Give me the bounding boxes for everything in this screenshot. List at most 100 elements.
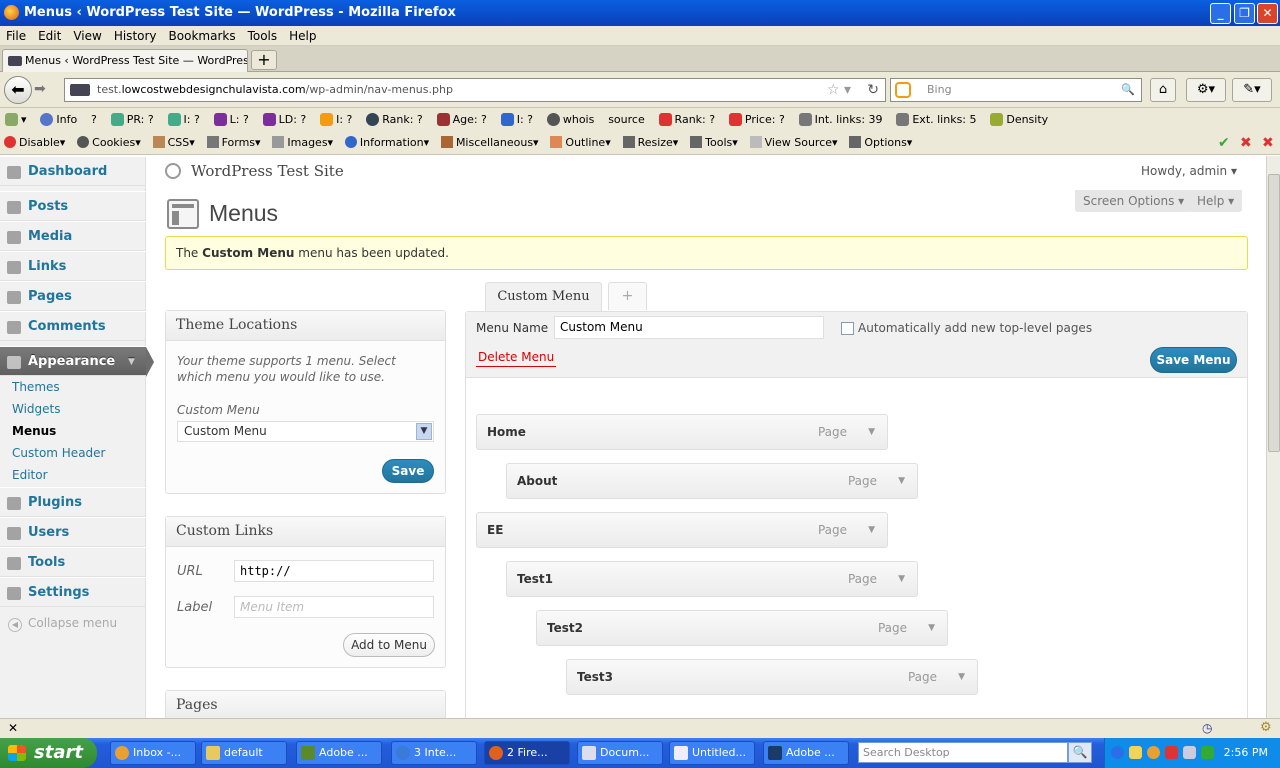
task-photoshop[interactable]: Adobe ... [763, 741, 849, 765]
seo-pagerank[interactable]: PR: ? [106, 108, 159, 132]
save-locations-button[interactable]: Save [382, 459, 434, 483]
url-bar[interactable]: test.lowcostwebdesignchulavista.com/wp-a… [64, 78, 886, 102]
seo-age[interactable]: Age: ? [432, 108, 492, 132]
reload-icon[interactable]: ↻ [867, 79, 879, 101]
task-document[interactable]: Docum... [577, 741, 663, 765]
chevron-down-icon[interactable]: ▼ [928, 611, 935, 645]
wd-forms[interactable]: Forms▾ [203, 132, 265, 154]
menu-item-test3[interactable]: Test3 Page ▼ [566, 659, 978, 695]
wd-outline[interactable]: Outline▾ [546, 132, 614, 154]
search-bar[interactable]: Bing 🔍 [890, 78, 1142, 102]
wd-disable[interactable]: Disable▾ [0, 132, 69, 154]
pages-box-title[interactable]: Pages [166, 691, 445, 718]
sidebar-item-settings[interactable]: Settings [0, 577, 146, 607]
submenu-editor[interactable]: Editor [12, 465, 48, 485]
submenu-themes[interactable]: Themes [12, 377, 60, 397]
clock[interactable]: 2:56 PM [1224, 738, 1268, 768]
clock-addon-icon[interactable]: ◷ [1202, 721, 1212, 735]
collapse-menu[interactable]: ◀ Collapse menu [8, 616, 117, 632]
task-dreamweaver[interactable]: Adobe ... [296, 741, 382, 765]
sidebar-item-dashboard[interactable]: Dashboard [0, 156, 146, 186]
validation-error-icon[interactable]: ✖ [1236, 132, 1256, 154]
menu-view[interactable]: View [67, 26, 107, 46]
menu-item-test2[interactable]: Test2 Page ▼ [536, 610, 948, 646]
url-input[interactable]: http:// [234, 560, 434, 582]
start-button[interactable]: start [0, 738, 97, 768]
bing-engine-icon[interactable] [895, 82, 911, 98]
chevron-down-icon[interactable]: ▼ [868, 513, 875, 547]
seo-ext-links[interactable]: Ext. links: 5 [891, 108, 981, 132]
label-input[interactable]: Menu Item [234, 596, 434, 618]
home-icon[interactable]: ⌂ [1150, 78, 1176, 102]
menu-file[interactable]: File [0, 26, 32, 46]
howdy-admin[interactable]: Howdy, admin ▾ [1141, 164, 1237, 178]
sidebar-item-links[interactable]: Links [0, 251, 146, 281]
custom-links-title[interactable]: Custom Links [166, 517, 445, 547]
wd-css[interactable]: CSS▾ [149, 132, 199, 154]
addon-status-gear-icon[interactable]: ⚙ [1260, 720, 1272, 735]
wd-tools[interactable]: Tools▾ [686, 132, 742, 154]
menu-tools[interactable]: Tools [242, 26, 284, 46]
menu-help[interactable]: Help [283, 26, 322, 46]
theme-locations-title[interactable]: Theme Locations [166, 311, 445, 341]
close-findbar-icon[interactable]: ✕ [8, 721, 18, 735]
wd-view-source[interactable]: View Source▾ [746, 132, 842, 154]
forward-button[interactable]: ➡ [34, 81, 46, 97]
submenu-widgets[interactable]: Widgets [12, 399, 61, 419]
menu-item-test1[interactable]: Test1 Page ▼ [506, 561, 918, 597]
seo-gear-icon[interactable]: ▾ [0, 108, 32, 132]
seo-compete-rank[interactable]: Rank: ? [654, 108, 721, 132]
wd-cookies[interactable]: Cookies▾ [73, 132, 145, 154]
location-select[interactable]: Custom Menu ▼ [177, 421, 434, 442]
tray-arrow-icon[interactable] [1111, 746, 1124, 759]
sidebar-item-posts[interactable]: Posts [0, 191, 146, 221]
menu-item-about[interactable]: About Page ▼ [506, 463, 918, 499]
appearance-toggle-icon[interactable]: ▼ [128, 347, 135, 377]
seo-bing-index[interactable]: I: ? [315, 108, 357, 132]
add-to-menu-button[interactable]: Add to Menu [343, 633, 435, 657]
sidebar-item-appearance[interactable]: Appearance ▼ [0, 346, 154, 377]
tray-network-icon[interactable] [1183, 746, 1196, 759]
menu-edit[interactable]: Edit [32, 26, 67, 46]
vertical-scrollbar[interactable] [1266, 156, 1280, 718]
wd-miscellaneous[interactable]: Miscellaneous▾ [437, 132, 543, 154]
close-button[interactable]: ✕ [1257, 3, 1278, 24]
add-menu-tab[interactable]: + [608, 282, 647, 310]
scrollbar-thumb[interactable] [1268, 174, 1280, 452]
seo-yahoo-linkdomain[interactable]: LD: ? [258, 108, 312, 132]
sidebar-item-tools[interactable]: Tools [0, 547, 146, 577]
menu-item-ee[interactable]: EE Page ▼ [476, 512, 888, 548]
seo-delicious[interactable]: I: ? [496, 108, 538, 132]
task-internet-explorer[interactable]: 3 Inte... [391, 741, 477, 765]
wd-information[interactable]: Information▾ [341, 132, 433, 154]
task-untitled[interactable]: Untitled... [669, 741, 755, 765]
seo-google-index[interactable]: I: ? [163, 108, 205, 132]
minimize-button[interactable]: _ [1210, 3, 1231, 24]
sidebar-item-users[interactable]: Users [0, 517, 146, 547]
site-name[interactable]: WordPress Test Site [191, 162, 344, 180]
menu-name-input[interactable]: Custom Menu [554, 316, 824, 339]
maximize-button[interactable]: ❐ [1234, 3, 1255, 24]
sidebar-item-pages[interactable]: Pages [0, 281, 146, 311]
wd-resize[interactable]: Resize▾ [619, 132, 683, 154]
task-inbox[interactable]: Inbox -... [110, 741, 196, 765]
seo-density[interactable]: Density [985, 108, 1053, 132]
sidebar-item-comments[interactable]: Comments [0, 311, 146, 341]
close-toolbar-icon[interactable]: ✖ [1258, 132, 1278, 154]
menu-item-home[interactable]: Home Page ▼ [476, 414, 888, 450]
addon-tool-icon[interactable]: ✎▾ [1232, 78, 1272, 102]
submenu-custom-header[interactable]: Custom Header [12, 443, 105, 463]
task-default-folder[interactable]: default [201, 741, 287, 765]
menu-bookmarks[interactable]: Bookmarks [163, 26, 242, 46]
seo-yahoo-links[interactable]: L: ? [209, 108, 254, 132]
chevron-down-icon[interactable]: ▼ [898, 562, 905, 596]
help-button[interactable]: Help ▾ [1189, 190, 1243, 212]
seo-info[interactable]: Info [35, 108, 82, 132]
new-tab-button[interactable]: + [251, 50, 277, 70]
sidebar-item-plugins[interactable]: Plugins [0, 487, 146, 517]
seo-whois[interactable]: whois [542, 108, 600, 132]
desktop-search-input[interactable]: Search Desktop [858, 742, 1068, 763]
submenu-menus[interactable]: Menus [12, 421, 56, 441]
menu-history[interactable]: History [108, 26, 163, 46]
search-icon[interactable]: 🔍 [1121, 79, 1135, 101]
